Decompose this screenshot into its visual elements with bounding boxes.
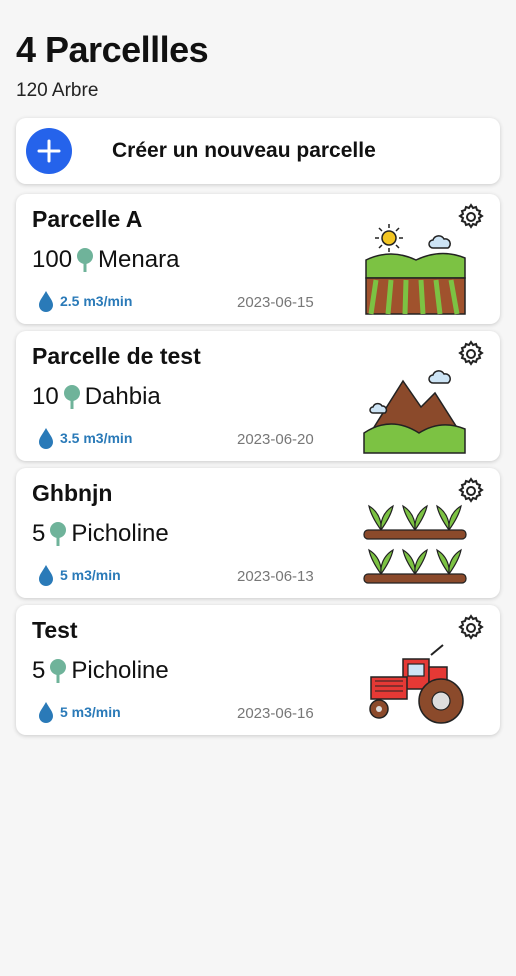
parcel-trees: 100 Menara <box>32 246 179 274</box>
flow-value: 5 m3/min <box>60 704 121 720</box>
flow-rate: 5 m3/min <box>38 701 121 723</box>
header: 4 Parcellles 120 Arbre <box>0 0 516 102</box>
parcel-trees: 5 Picholine <box>32 657 169 685</box>
tree-count: 120 Arbre <box>16 80 99 101</box>
parcel-card[interactable]: Parcelle de test 10 Dahbia 3.5 m3/min 20… <box>16 331 500 461</box>
variety-name: Menara <box>98 246 180 273</box>
water-drop-icon <box>39 565 53 586</box>
variety-name: Dahbia <box>84 383 161 410</box>
parcel-date: 2023-06-13 <box>237 568 314 585</box>
tree-icon <box>63 385 80 409</box>
mountain-icon <box>363 370 466 454</box>
parcel-date: 2023-06-16 <box>237 705 314 722</box>
parcel-date: 2023-06-15 <box>237 294 314 311</box>
farm-field-icon <box>365 224 466 315</box>
flow-value: 5 m3/min <box>60 567 121 583</box>
tree-count: 5 <box>32 657 46 684</box>
tree-count: 10 <box>32 383 59 410</box>
parcel-date: 2023-06-20 <box>237 431 314 448</box>
flow-rate: 3.5 m3/min <box>38 427 132 449</box>
parcel-trees: 5 Picholine <box>32 520 169 548</box>
parcel-name: Test <box>32 617 78 643</box>
parcel-trees: 10 Dahbia <box>32 383 161 411</box>
flow-value: 3.5 m3/min <box>60 430 133 446</box>
variety-name: Picholine <box>71 657 169 684</box>
tree-icon <box>50 659 67 683</box>
parcel-name: Ghbnjn <box>32 480 113 506</box>
flow-value: 2.5 m3/min <box>60 293 133 309</box>
page-title: 4 Parcellles <box>16 29 209 70</box>
variety-name: Picholine <box>71 520 169 547</box>
plant-rows-icon <box>363 504 467 584</box>
tree-icon <box>77 248 94 272</box>
water-drop-icon <box>39 702 53 723</box>
water-drop-icon <box>39 428 53 449</box>
create-parcel-button[interactable]: Créer un nouveau parcelle <box>16 118 500 184</box>
create-parcel-label: Créer un nouveau parcelle <box>112 139 376 162</box>
plus-icon[interactable] <box>26 128 72 174</box>
tree-icon <box>50 522 67 546</box>
tractor-icon <box>369 644 464 724</box>
water-drop-icon <box>39 291 53 312</box>
parcel-card[interactable]: Test 5 Picholine 5 m3/min 2023-06-16 <box>16 605 500 735</box>
flow-rate: 5 m3/min <box>38 564 121 586</box>
tree-count: 100 <box>32 246 73 273</box>
parcel-list: Parcelle A 100 Menara 2.5 m3/min 2023-06… <box>16 194 500 735</box>
parcel-name: Parcelle A <box>32 206 143 232</box>
tree-count: 5 <box>32 520 46 547</box>
flow-rate: 2.5 m3/min <box>38 290 132 312</box>
parcel-card[interactable]: Parcelle A 100 Menara 2.5 m3/min 2023-06… <box>16 194 500 324</box>
parcel-card[interactable]: Ghbnjn 5 Picholine 5 m3/min 2023-06-13 <box>16 468 500 598</box>
parcel-name: Parcelle de test <box>32 343 201 369</box>
